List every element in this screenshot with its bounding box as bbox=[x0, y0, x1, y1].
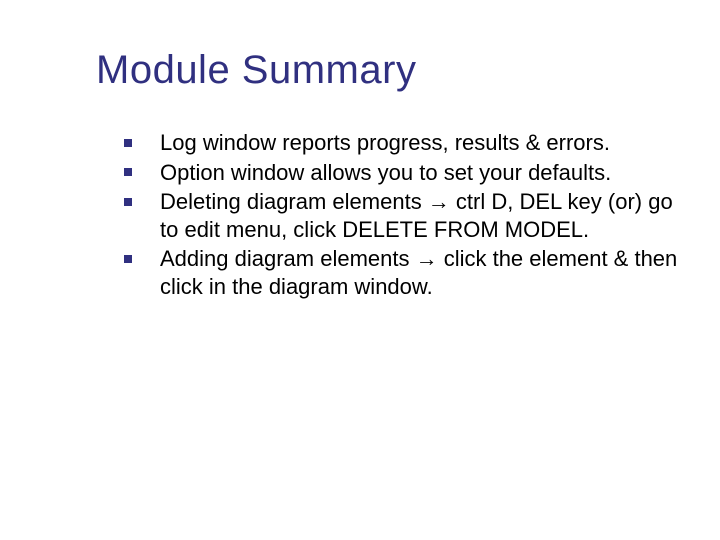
bullet-text: Option window allows you to set your def… bbox=[160, 160, 611, 185]
list-item: Deleting diagram elements → ctrl D, DEL … bbox=[124, 188, 680, 243]
list-item: Adding diagram elements → click the elem… bbox=[124, 245, 680, 300]
slide-title: Module Summary bbox=[96, 48, 680, 93]
square-bullet-icon bbox=[124, 255, 132, 263]
list-item: Option window allows you to set your def… bbox=[124, 159, 680, 187]
bullet-text: Deleting diagram elements → ctrl D, DEL … bbox=[160, 189, 673, 242]
bullet-list: Log window reports progress, results & e… bbox=[96, 129, 680, 300]
square-bullet-icon bbox=[124, 139, 132, 147]
square-bullet-icon bbox=[124, 198, 132, 206]
bullet-text: Log window reports progress, results & e… bbox=[160, 130, 610, 155]
bullet-text: Adding diagram elements → click the elem… bbox=[160, 246, 677, 299]
list-item: Log window reports progress, results & e… bbox=[124, 129, 680, 157]
slide: Module Summary Log window reports progre… bbox=[0, 0, 720, 540]
square-bullet-icon bbox=[124, 168, 132, 176]
